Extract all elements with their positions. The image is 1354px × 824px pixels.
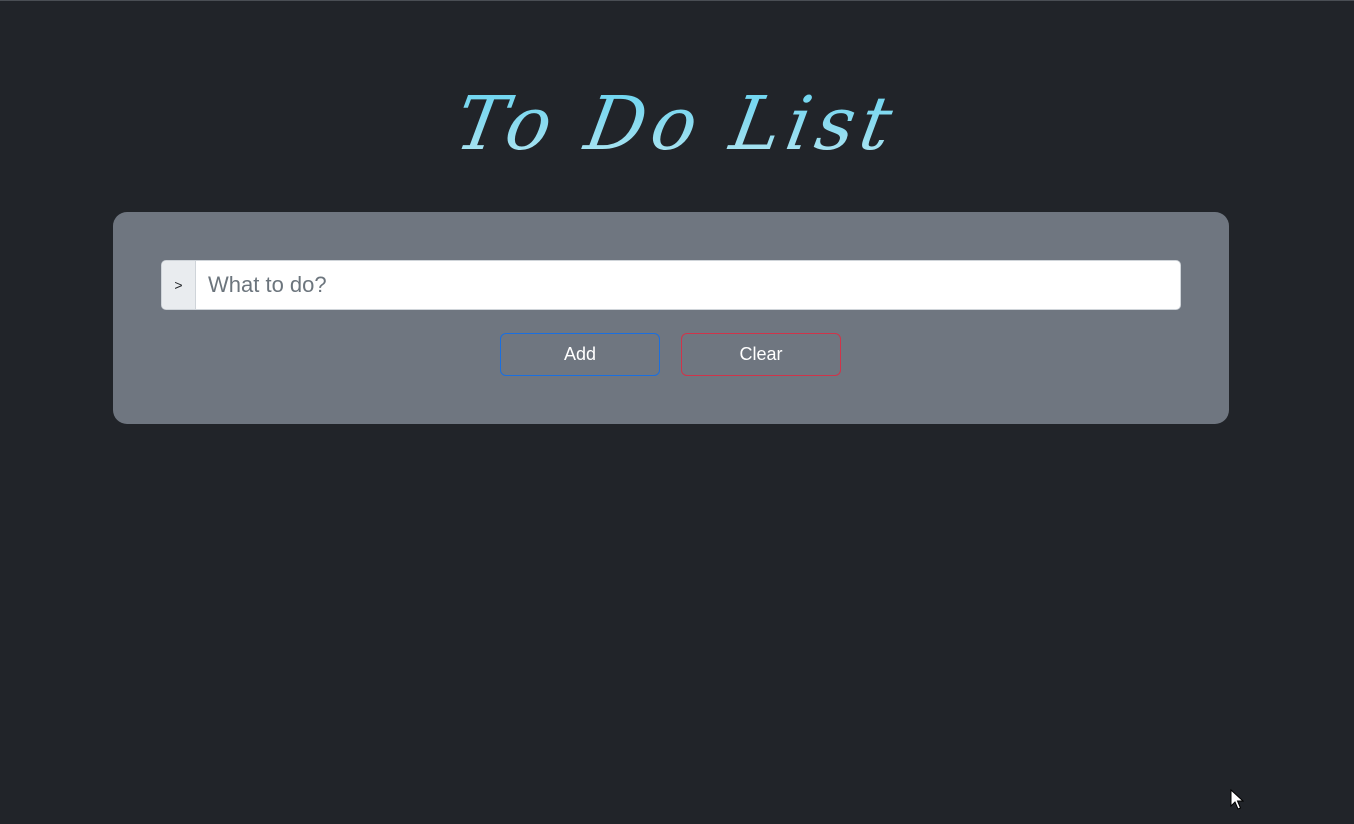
header: To Do List [0,69,1354,179]
input-prefix: > [162,261,196,309]
mouse-pointer-icon [1230,789,1244,810]
page-title: To Do List [447,69,906,179]
add-button[interactable]: Add [500,333,660,376]
task-input[interactable] [196,261,1180,309]
clear-button[interactable]: Clear [681,333,841,376]
task-input-group: > [161,260,1181,310]
todo-form-panel: > Add Clear [113,212,1229,424]
